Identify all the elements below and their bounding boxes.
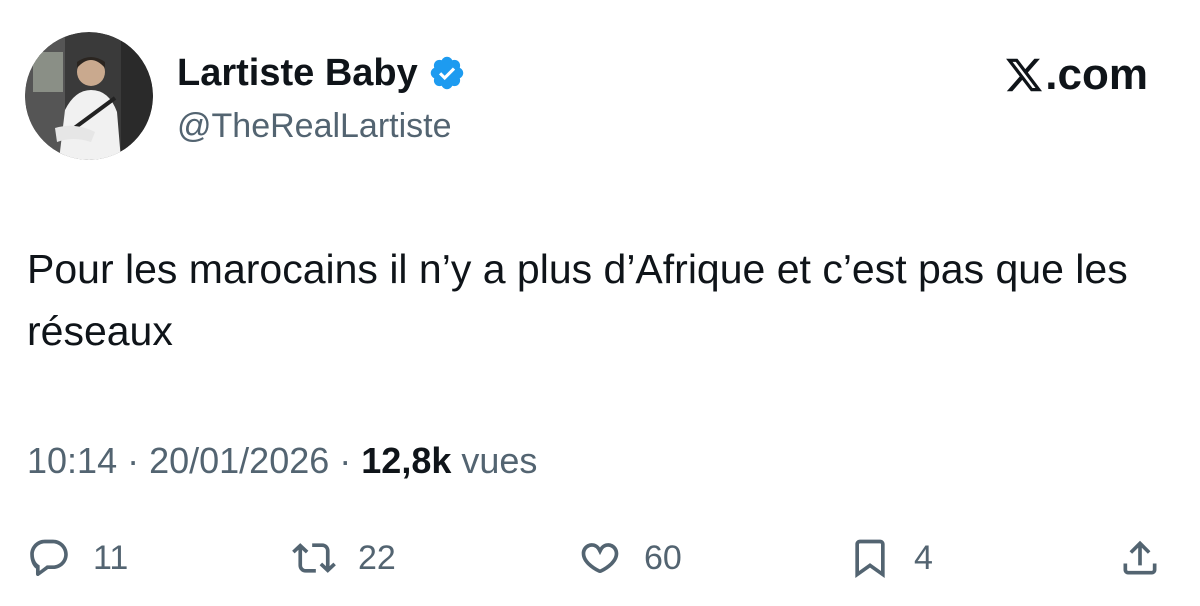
reply-button[interactable]: 11 (27, 528, 128, 588)
user-handle[interactable]: @TheRealLartiste (177, 104, 452, 148)
reply-icon (30, 539, 68, 577)
views-label: vues (451, 440, 538, 481)
like-button[interactable]: 60 (578, 528, 682, 588)
brand-logo: .com (1004, 50, 1148, 100)
repost-icon (292, 543, 336, 573)
avatar[interactable] (25, 32, 153, 160)
display-name[interactable]: Lartiste Baby (177, 50, 418, 96)
tweet-text: Pour les marocains il n’y a plus d’Afriq… (27, 246, 1128, 354)
verified-badge-icon (428, 54, 466, 92)
action-bar: 11 22 60 4 (0, 528, 1200, 588)
brand-domain: .com (1045, 50, 1148, 99)
bookmark-count: 4 (914, 539, 933, 577)
repost-count: 22 (358, 539, 396, 577)
meta-separator: · (329, 440, 362, 481)
views-count[interactable]: 12,8k (361, 440, 451, 481)
avatar-photo (25, 32, 153, 160)
tweet-meta: 10:14 · 20/01/2026 · 12,8k vues (27, 438, 537, 484)
share-icon (1123, 540, 1157, 575)
bookmark-button[interactable]: 4 (848, 528, 933, 588)
tweet-date[interactable]: 20/01/2026 (149, 440, 329, 481)
bookmark-icon (855, 539, 885, 579)
reply-count: 11 (93, 539, 129, 577)
share-button[interactable] (1118, 528, 1162, 588)
like-count: 60 (644, 539, 682, 577)
display-name-row[interactable]: Lartiste Baby (177, 50, 466, 96)
x-logo-icon (1006, 58, 1043, 92)
meta-separator: · (117, 440, 150, 481)
tweet-time[interactable]: 10:14 (27, 440, 117, 481)
heart-icon (581, 543, 619, 574)
repost-button[interactable]: 22 (292, 528, 396, 588)
